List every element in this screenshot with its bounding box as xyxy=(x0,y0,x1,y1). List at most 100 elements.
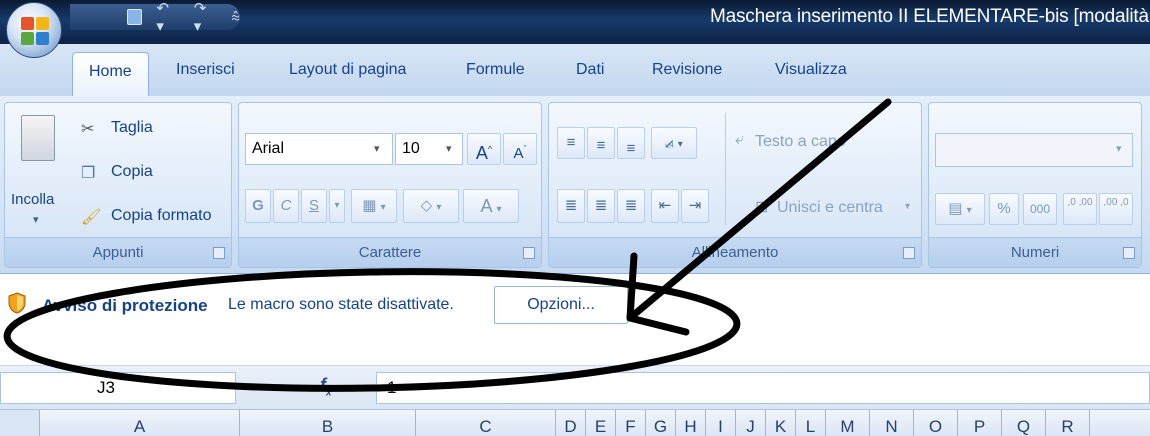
font-group-label: Carattere xyxy=(239,237,541,267)
italic-button[interactable]: C xyxy=(273,189,299,223)
fill-color-icon: ◇ xyxy=(420,197,433,214)
tab-formule[interactable]: Formule xyxy=(466,61,525,79)
tab-layout-di-pagina[interactable]: Layout di pagina xyxy=(289,61,406,79)
bold-button[interactable]: G xyxy=(245,189,271,223)
tab-revisione[interactable]: Revisione xyxy=(652,61,722,79)
align-center-icon[interactable]: ≣ xyxy=(587,189,615,223)
alignment-group: ≡ ≡ ≡ ⦯ ▾ ≣ ≣ ≣ ⇤ ⇥ ⤶ Testo a capo ⊞ Uni… xyxy=(548,102,922,268)
font-launcher-icon[interactable] xyxy=(523,247,535,259)
column-header[interactable]: M xyxy=(826,410,870,436)
number-launcher-icon[interactable] xyxy=(1123,247,1135,259)
column-header[interactable]: G xyxy=(646,410,676,436)
security-warning-title: Avviso di protezione xyxy=(42,296,208,315)
tab-inserisci[interactable]: Inserisci xyxy=(176,61,235,79)
number-format-combo[interactable]: ▾ xyxy=(935,133,1133,167)
column-header[interactable]: I xyxy=(706,410,736,436)
font-size-dropdown-icon[interactable]: ▾ xyxy=(446,142,452,155)
borders-button[interactable]: ▦ ▾ xyxy=(351,189,397,223)
column-header[interactable]: E xyxy=(586,410,616,436)
currency-format-button[interactable]: ▤ ▾ xyxy=(935,193,985,225)
column-header[interactable]: N xyxy=(870,410,914,436)
font-color-button[interactable]: A ▾ xyxy=(463,189,519,223)
ribbon: Incolla ▾ ✂ Taglia ❐ Copia 🖌 Copia forma… xyxy=(0,96,1150,274)
align-top-icon[interactable]: ≡ xyxy=(557,127,585,159)
cut-label: Taglia xyxy=(111,119,153,136)
alignment-launcher-icon[interactable] xyxy=(903,247,915,259)
column-header[interactable]: F xyxy=(616,410,646,436)
name-box[interactable]: J3 xyxy=(0,372,236,404)
redo-icon[interactable]: ↷ ▾ xyxy=(194,0,217,35)
font-name-dropdown-icon[interactable]: ▾ xyxy=(374,142,380,155)
paste-dropdown-icon: ▾ xyxy=(33,214,39,226)
column-header[interactable]: J xyxy=(736,410,766,436)
font-size-combo[interactable]: 10 ▾ xyxy=(395,133,463,165)
underline-dropdown-icon[interactable]: ▾ xyxy=(329,189,345,223)
shrink-font-button[interactable]: Aˇ xyxy=(503,133,537,165)
column-header[interactable]: K xyxy=(766,410,796,436)
undo-icon[interactable]: ↶ ▾ xyxy=(156,0,179,35)
office-button[interactable] xyxy=(6,2,62,58)
wrap-text-button[interactable]: ⤶ Testo a capo xyxy=(735,129,885,159)
ribbon-tabs: Home Inserisci Layout di pagina Formule … xyxy=(0,44,1150,98)
security-warning-text: Le macro sono state disattivate. xyxy=(228,296,454,313)
fill-color-button[interactable]: ◇ ▾ xyxy=(403,189,459,223)
column-header[interactable]: B xyxy=(240,410,416,436)
formula-bar: J3 fx 1 xyxy=(0,366,1150,410)
save-icon[interactable] xyxy=(126,9,143,25)
percent-button[interactable]: % xyxy=(989,193,1019,225)
clipboard-group: Incolla ▾ ✂ Taglia ❐ Copia 🖌 Copia forma… xyxy=(4,102,232,268)
align-right-icon[interactable]: ≣ xyxy=(617,189,645,223)
tab-visualizza[interactable]: Visualizza xyxy=(775,61,847,79)
insert-function-icon[interactable]: fx xyxy=(320,375,332,399)
clipboard-launcher-icon[interactable] xyxy=(213,247,225,259)
quick-access-toolbar: ↶ ▾ ↷ ▾ ⩯ xyxy=(70,0,240,35)
alignment-group-label: Allineamento xyxy=(549,237,921,267)
currency-icon: ▤ xyxy=(948,200,963,217)
tab-dati[interactable]: Dati xyxy=(576,61,604,79)
column-header[interactable]: A xyxy=(40,410,240,436)
align-left-icon[interactable]: ≣ xyxy=(557,189,585,223)
column-header[interactable]: Q xyxy=(1002,410,1046,436)
copy-icon: ❐ xyxy=(81,165,96,182)
security-message-bar: Avviso di protezione Le macro sono state… xyxy=(0,274,1150,366)
wrap-text-icon: ⤶ xyxy=(735,131,744,148)
grow-font-button[interactable]: A^ xyxy=(467,133,501,165)
merge-center-icon: ⊞ xyxy=(755,199,769,216)
clipboard-group-label: Appunti xyxy=(5,237,231,267)
column-header[interactable]: D xyxy=(556,410,586,436)
column-header[interactable]: C xyxy=(416,410,556,436)
increase-indent-icon[interactable]: ⇥ xyxy=(681,189,709,223)
underline-button[interactable]: S xyxy=(301,189,327,223)
merge-center-dropdown-icon: ▾ xyxy=(905,201,911,212)
decrease-indent-icon[interactable]: ⇤ xyxy=(651,189,679,223)
column-header[interactable]: L xyxy=(796,410,826,436)
column-header[interactable]: O xyxy=(914,410,958,436)
formula-input[interactable]: 1 xyxy=(376,372,1150,404)
cut-button[interactable]: ✂ Taglia xyxy=(81,119,201,145)
font-size-value: 10 xyxy=(402,140,420,157)
paste-label: Incolla xyxy=(11,191,55,208)
tab-home[interactable]: Home xyxy=(72,52,149,98)
decrease-decimal-button[interactable]: ,00 ,0 xyxy=(1099,193,1133,225)
column-headers: A B C D E F G H I J K L M N O P Q R xyxy=(0,410,1150,436)
paste-button[interactable]: Incolla ▾ xyxy=(9,109,69,237)
format-painter-button[interactable]: 🖌 Copia formato xyxy=(81,207,231,233)
align-middle-icon[interactable]: ≡ xyxy=(587,127,615,159)
font-name-combo[interactable]: Arial ▾ xyxy=(245,133,393,165)
customize-qat-icon[interactable]: ⩯ xyxy=(231,9,240,26)
orientation-icon[interactable]: ⦯ ▾ xyxy=(651,127,697,159)
copy-label: Copia xyxy=(111,163,153,180)
align-bottom-icon[interactable]: ≡ xyxy=(617,127,645,159)
column-header[interactable]: H xyxy=(676,410,706,436)
options-button[interactable]: Opzioni... xyxy=(494,286,628,324)
increase-decimal-button[interactable]: ,0 ,00 xyxy=(1063,193,1097,225)
column-header[interactable]: P xyxy=(958,410,1002,436)
scissors-icon: ✂ xyxy=(81,121,95,138)
copy-button[interactable]: ❐ Copia xyxy=(81,163,201,189)
window-title: Maschera inserimento II ELEMENTARE-bis [… xyxy=(710,6,1150,27)
thousands-button[interactable]: 000 xyxy=(1023,193,1057,225)
column-header[interactable]: R xyxy=(1046,410,1090,436)
shield-icon xyxy=(8,292,26,314)
merge-center-button[interactable]: ⊞ Unisci e centra ▾ xyxy=(755,195,915,225)
select-all-corner[interactable] xyxy=(0,410,40,436)
